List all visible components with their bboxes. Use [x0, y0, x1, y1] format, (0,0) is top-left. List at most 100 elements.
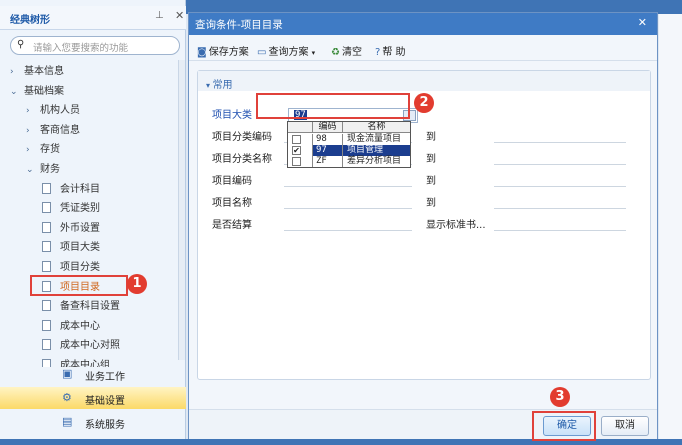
tree-item-label: 备查科目设置 [60, 301, 120, 313]
chevron-right-icon[interactable]: › [10, 67, 24, 77]
query-scheme-button[interactable]: ▭ 查询方案 ▾ [257, 43, 315, 58]
tree-item[interactable]: 会计科目 [42, 180, 100, 198]
annotation-badge-1: 1 [127, 274, 147, 294]
field-label: 项目编码 [212, 176, 252, 187]
grid-name: 差异分析项目 [347, 156, 402, 166]
tree-item[interactable]: 项目大类 [42, 238, 100, 256]
grid-check-cell [288, 156, 313, 167]
field-to-input[interactable] [494, 230, 626, 231]
chevron-down-icon[interactable]: ⌄ [26, 165, 40, 175]
nav-business-work[interactable]: ▣ 业务工作 [0, 363, 186, 385]
field-label: 项目分类名称 [212, 154, 272, 165]
server-icon: ▤ [62, 415, 73, 428]
grid-row[interactable]: 98 现金流量项目 [288, 134, 410, 145]
document-icon [42, 182, 51, 194]
nav-system-service[interactable]: ▤ 系统服务 [0, 411, 186, 433]
tree-scrollbar[interactable] [178, 60, 185, 360]
to-label: 到 [426, 176, 436, 187]
tree-item-label: 基本信息 [24, 66, 64, 77]
grid-row[interactable]: ✔ 97 项目管理 [288, 145, 410, 156]
close-icon[interactable]: ✕ [175, 9, 184, 22]
field-from-input[interactable] [284, 208, 412, 209]
dialog-title-bar: 查询条件-项目目录 ✕ [189, 13, 657, 35]
chevron-right-icon[interactable]: › [26, 106, 40, 116]
grid-check-cell [288, 134, 313, 145]
field-from-input[interactable] [284, 186, 412, 187]
tree-item-label: 成本中心 [60, 320, 100, 332]
tree-item[interactable]: 成本中心对照 [42, 336, 120, 354]
document-icon [42, 202, 51, 214]
tree-item[interactable]: ⌄ 基础档案 [10, 82, 64, 100]
save-icon: ◙ [197, 47, 207, 58]
row-checkbox[interactable] [292, 135, 301, 144]
field-from-input[interactable] [284, 230, 412, 231]
nav-label: 基础设置 [85, 396, 125, 407]
field-to-input[interactable] [494, 186, 626, 187]
tree-item-label: 机构人员 [40, 105, 80, 117]
to-label: 到 [426, 132, 436, 143]
dialog-toolbar: ◙ 保存方案 ▭ 查询方案 ▾ ♻ 清空 ? 帮 助 [189, 37, 657, 61]
document-icon [42, 300, 51, 312]
field-label: 项目大类 [212, 110, 252, 121]
grid-header: 编码 名称 [288, 122, 410, 133]
field-to-input[interactable] [494, 208, 626, 209]
close-icon[interactable]: ✕ [638, 16, 647, 29]
nav-basic-settings[interactable]: ⚙ 基础设置 [0, 387, 186, 409]
clear-label: 清空 [341, 47, 362, 58]
chevron-down-icon: ▾ [311, 49, 316, 57]
field-to-input[interactable] [494, 164, 626, 165]
save-scheme-button[interactable]: ◙ 保存方案 [197, 43, 249, 58]
annotation-box-2 [256, 93, 410, 119]
save-scheme-label: 保存方案 [208, 47, 249, 58]
tree-item[interactable]: 凭证类别 [42, 199, 100, 217]
help-button[interactable]: ? 帮 助 [375, 43, 406, 58]
chevron-right-icon[interactable]: › [26, 145, 40, 155]
grid-header-code: 编码 [313, 122, 343, 133]
row-checkbox[interactable] [292, 157, 301, 166]
grid-name: 项目管理 [343, 145, 410, 156]
dialog-title: 查询条件-项目目录 [195, 19, 283, 31]
grid-code: ZF [313, 156, 343, 167]
left-panel: 经典树形 ⊥ ✕ ⚲ 请输入您要搜索的功能 › 基本信息 ⌄ 基础档案 › 机构人员 › 客商… [0, 0, 186, 445]
workflow-icon: ▣ [62, 367, 73, 380]
tree-item[interactable]: › 客商信息 [26, 121, 80, 139]
query-dialog: 查询条件-项目目录 ✕ ◙ 保存方案 ▭ 查询方案 ▾ ♻ 清空 ? 帮 助 ▾ 常用 … [188, 12, 658, 440]
chevron-right-icon[interactable]: › [26, 126, 40, 136]
tree-item-label: 存货 [40, 144, 60, 156]
tree-item-label: 客商信息 [40, 124, 80, 136]
search-input[interactable]: ⚲ 请输入您要搜索的功能 [10, 36, 180, 55]
tree-item[interactable]: › 机构人员 [26, 101, 80, 119]
tree-item[interactable]: › 基本信息 [10, 62, 64, 80]
tree-item[interactable]: 外币设置 [42, 219, 100, 237]
search-icon: ⚲ [17, 39, 25, 50]
tree-item[interactable]: ⌄ 财务 [26, 160, 60, 178]
grid-check-cell: ✔ [288, 145, 313, 156]
row-checkbox[interactable]: ✔ [292, 146, 301, 155]
field-label: 是否结算 [212, 220, 252, 231]
field-to-input[interactable] [494, 142, 626, 143]
grid-row[interactable]: ZF 差异分析项目 [288, 156, 410, 167]
document-icon [42, 319, 51, 331]
tree-item-label: 项目分类 [60, 262, 100, 273]
tree-item[interactable]: 成本中心 [42, 317, 100, 335]
tree-item[interactable]: 项目分类 [42, 258, 100, 276]
cancel-button[interactable]: 取消 [601, 416, 649, 436]
to-label: 显示标准书... [426, 220, 486, 231]
tree-item-label: 财务 [40, 164, 60, 175]
grid-code: 98 [313, 134, 343, 145]
group-header[interactable]: ▾ 常用 [198, 71, 650, 91]
clear-icon: ♻ [331, 47, 340, 58]
clear-button[interactable]: ♻ 清空 [331, 43, 362, 58]
nav-label: 系统服务 [85, 420, 125, 431]
tree-item[interactable]: 备查科目设置 [42, 297, 120, 315]
help-icon: ? [375, 47, 381, 58]
pin-icon[interactable]: ⊥ [155, 10, 164, 21]
tree-item-label: 项目大类 [60, 242, 100, 254]
chevron-down-icon[interactable]: ⌄ [10, 87, 24, 97]
nav-label: 业务工作 [85, 372, 125, 383]
folder-icon: ▭ [257, 47, 267, 58]
tree-item-label: 基础档案 [24, 85, 64, 97]
tree-item[interactable]: › 存货 [26, 140, 60, 158]
annotation-badge-2: 2 [414, 93, 434, 113]
tree-item-label: 凭证类别 [60, 203, 100, 215]
